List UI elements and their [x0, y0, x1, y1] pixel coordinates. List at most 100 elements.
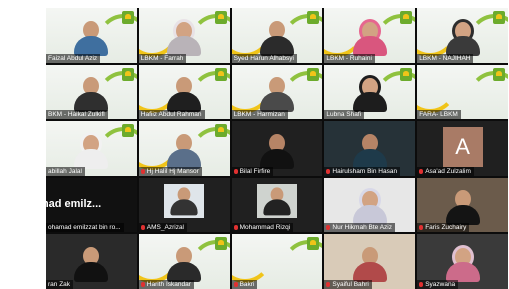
participant-name-label: Mohammad Rizqi — [231, 223, 294, 233]
lbkm-logo-icon — [214, 67, 227, 81]
participant-video — [352, 75, 387, 113]
participant-tile[interactable]: ran Zak — [46, 234, 137, 289]
participant-name-label: ran Zak — [46, 279, 74, 289]
participant-tile[interactable]: Syazwana — [417, 234, 508, 289]
participant-name-label: Harith Iskandar — [138, 279, 194, 289]
participant-avatar: A — [442, 127, 483, 168]
participant-video — [352, 246, 387, 282]
participant-video — [352, 133, 387, 169]
participant-video — [445, 190, 480, 226]
lbkm-logo-icon — [214, 11, 227, 24]
participant-name-label: Bilal Firfire — [231, 166, 274, 176]
participant-name-label: Hj Halil Hj Mansor — [138, 166, 202, 176]
participant-video — [74, 20, 109, 56]
participant-tile[interactable]: Bakri — [231, 234, 323, 289]
participant-large-name: hamad emilz... — [46, 197, 102, 210]
mic-muted-icon — [140, 168, 145, 174]
participant-tile[interactable]: Mohammad Rizqi — [231, 177, 323, 233]
mic-muted-icon — [140, 225, 145, 231]
mic-muted-icon — [140, 281, 145, 287]
participant-tile[interactable]: abillah Jalal — [46, 121, 137, 176]
participant-name-label: Faizal Abdul Aziz — [46, 53, 101, 63]
participant-name-label: Lubna Shafi — [324, 110, 365, 120]
participant-name-label: LBKM - Farrah — [138, 53, 187, 63]
participant-video — [74, 246, 109, 282]
participant-video — [167, 77, 202, 113]
participant-name-label: Syaiful Bahri — [324, 279, 372, 289]
participant-name-label: AMS_Azrizal — [138, 223, 188, 233]
participant-video — [445, 244, 480, 282]
participant-name-label: LBKM - Harmizan — [231, 110, 288, 120]
lbkm-logo-icon — [121, 67, 134, 81]
participant-tile[interactable]: Lubna Shafi — [324, 64, 416, 120]
participant-video — [256, 183, 297, 218]
participant-video — [352, 18, 387, 56]
participant-name-label: ohamad emilzzat bin ro... — [46, 223, 124, 233]
mic-muted-icon — [419, 168, 424, 174]
participant-name-label: Syazwana — [417, 279, 459, 289]
participant-video — [167, 133, 202, 169]
participant-tile[interactable]: Harith Iskandar — [138, 234, 230, 289]
mic-muted-icon — [326, 168, 331, 174]
participant-tile[interactable]: LBKM - NAJIHAH — [417, 8, 508, 63]
participant-tile[interactable]: Faris Zuchairy — [417, 177, 508, 233]
participant-video — [352, 188, 387, 226]
mic-muted-icon — [326, 225, 331, 231]
video-gallery-grid: Faizal Abdul Aziz LBKM - Farrah Syed Har… — [46, 8, 508, 289]
participant-name-label: abillah Jalal — [46, 166, 85, 176]
participant-name-label: Asa'ad Zulzalim — [417, 166, 474, 176]
participant-name-label: Faris Zuchairy — [417, 223, 470, 233]
participant-tile[interactable]: LBKM - Harmizan — [231, 64, 323, 120]
participant-video — [164, 183, 205, 218]
lbkm-logo-icon — [307, 67, 320, 81]
participant-tile[interactable]: A Asa'ad Zulzalim — [417, 121, 508, 176]
participant-tile[interactable]: FARA- LBKM — [417, 64, 508, 120]
mic-muted-icon — [233, 168, 238, 174]
lbkm-logo-icon — [400, 67, 413, 81]
participant-tile[interactable]: BKM - Haikal Zulkifl — [46, 64, 137, 120]
participant-tile[interactable]: Hairulsham Bin Hasan — [324, 121, 416, 176]
lbkm-logo-icon — [493, 67, 505, 81]
participant-tile[interactable]: Syaiful Bahri — [324, 234, 416, 289]
mic-muted-icon — [233, 281, 238, 287]
participant-video — [259, 133, 294, 169]
mic-muted-icon — [419, 281, 424, 287]
lbkm-logo-icon — [307, 11, 320, 24]
participant-tile[interactable]: Nur Hikmah Bte Aziz — [324, 177, 416, 233]
mic-muted-icon — [419, 225, 424, 231]
participant-name-label: Syed Harun Alhabsyi — [231, 53, 297, 63]
participant-name-label: FARA- LBKM — [417, 110, 461, 120]
lbkm-logo-icon — [307, 237, 320, 251]
participant-video — [259, 20, 294, 56]
lbkm-logo-icon — [493, 11, 505, 24]
participant-name-label: Hafiiz Abdul Rahman — [138, 110, 205, 120]
participant-name-label: Bakri — [231, 279, 258, 289]
participant-tile[interactable]: Syed Harun Alhabsyi — [231, 8, 323, 63]
mic-muted-icon — [233, 225, 238, 231]
participant-video — [74, 131, 109, 169]
participant-tile[interactable]: LBKM - Ruhaini — [324, 8, 416, 63]
participant-video — [259, 77, 294, 113]
participant-tile[interactable]: Hj Halil Hj Mansor — [138, 121, 230, 176]
lbkm-logo-icon — [121, 11, 134, 24]
participant-video — [167, 18, 202, 56]
participant-video — [445, 18, 480, 56]
participant-tile[interactable]: hamad emilz... ohamad emilzzat bin ro... — [46, 177, 137, 233]
participant-tile[interactable]: Bilal Firfire — [231, 121, 323, 176]
participant-name-label: Nur Hikmah Bte Aziz — [324, 223, 395, 233]
participant-tile[interactable]: AMS_Azrizal — [138, 177, 230, 233]
lbkm-logo-icon — [400, 11, 413, 24]
participant-name-label: Hairulsham Bin Hasan — [324, 166, 401, 176]
participant-name-label: BKM - Haikal Zulkifl — [46, 110, 108, 120]
mic-muted-icon — [326, 281, 331, 287]
participant-name-label: LBKM - NAJIHAH — [417, 53, 474, 63]
participant-video — [74, 77, 109, 113]
lbkm-logo-icon — [121, 124, 134, 138]
participant-video — [167, 246, 202, 282]
participant-name-label: LBKM - Ruhaini — [324, 53, 375, 63]
participant-tile[interactable]: Hafiiz Abdul Rahman — [138, 64, 230, 120]
participant-tile[interactable]: LBKM - Farrah — [138, 8, 230, 63]
lbkm-logo-icon — [214, 124, 227, 138]
lbkm-logo-icon — [214, 237, 227, 251]
participant-tile[interactable]: Faizal Abdul Aziz — [46, 8, 137, 63]
